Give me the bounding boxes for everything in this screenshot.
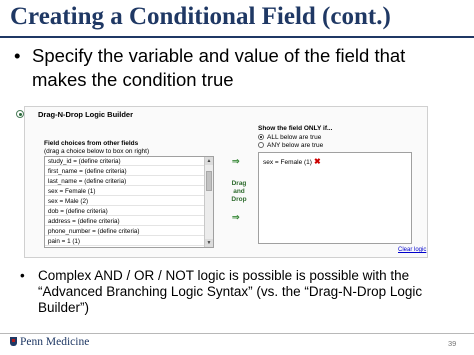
radio-selected-dot (18, 112, 22, 116)
logo-text: Penn Medicine (20, 336, 90, 348)
show-field-heading: Show the field ONLY if... (258, 125, 333, 132)
bullet-text: Specify the variable and value of the fi… (32, 45, 406, 90)
logic-builder-title: Drag-N-Drop Logic Builder (38, 110, 133, 119)
field-choice-item[interactable]: dob = (define criteria) (45, 207, 205, 216)
bullet-specify-variable: • Specify the variable and value of the … (14, 44, 464, 92)
scroll-up-icon[interactable]: ▲ (205, 157, 213, 165)
drag-label-word: Drop (231, 196, 247, 203)
scroll-thumb[interactable] (206, 171, 212, 191)
bullet-complex-logic: • Complex AND / OR / NOT logic is possib… (20, 268, 466, 316)
radio-any-icon[interactable] (258, 142, 264, 148)
drag-label-word: Drag (231, 180, 247, 187)
scroll-down-icon[interactable]: ▼ (205, 239, 213, 247)
title-divider (0, 36, 474, 38)
drag-label-word: and (233, 188, 245, 195)
drag-and-drop-label: Drag and Drop (227, 180, 251, 204)
field-choice-item[interactable]: study_id = (define criteria) (45, 157, 205, 166)
option-any-label: ANY below are true (267, 142, 324, 149)
remove-condition-icon[interactable]: ✖ (314, 157, 321, 166)
shield-icon (10, 337, 17, 346)
footer-divider (0, 333, 474, 334)
option-all-true[interactable]: ALL below are true (258, 134, 321, 141)
page-number: 39 (448, 339, 457, 348)
field-choice-item[interactable]: address = (define criteria) (45, 217, 205, 226)
bullet-text: Complex AND / OR / NOT logic is possible… (38, 268, 423, 315)
field-choice-item[interactable]: last_name = (define criteria) (45, 177, 205, 186)
condition-drop-box[interactable]: sex = Female (1) ✖ (258, 152, 412, 244)
field-choice-item[interactable]: sex = Male (2) (45, 197, 205, 206)
field-choices-list[interactable]: study_id = (define criteria) first_name … (44, 156, 214, 248)
field-choices-subheading: (drag a choice below to box on right) (44, 148, 150, 155)
field-choice-item[interactable]: sex = Female (1) (45, 187, 205, 196)
field-choices-heading: Field choices from other fields (44, 140, 139, 147)
option-any-true[interactable]: ANY below are true (258, 142, 323, 149)
condition-item[interactable]: sex = Female (1) ✖ (263, 157, 321, 166)
field-choice-item[interactable]: first_name = (define criteria) (45, 167, 205, 176)
field-choice-item[interactable]: phone_number = (define criteria) (45, 227, 205, 236)
bullet-dot: • (14, 45, 21, 66)
right-arrow-icon: ⇒ (232, 156, 240, 166)
clear-logic-link[interactable]: Clear logic (398, 247, 426, 253)
condition-item-label: sex = Female (1) (263, 159, 312, 166)
slide-title: Creating a Conditional Field (cont.) (10, 3, 391, 30)
option-all-label: ALL below are true (267, 134, 322, 141)
right-arrow-icon: ⇒ (232, 212, 240, 222)
field-choice-item[interactable]: pain = 1 (1) (45, 237, 205, 246)
radio-all-icon[interactable] (258, 134, 264, 140)
logic-builder-radio[interactable] (16, 110, 24, 118)
penn-medicine-logo: Penn Medicine (10, 336, 89, 348)
list-scrollbar[interactable]: ▲ ▼ (204, 157, 213, 247)
bullet-dot: • (20, 268, 25, 283)
title-bar: Creating a Conditional Field (cont.) (0, 0, 474, 38)
